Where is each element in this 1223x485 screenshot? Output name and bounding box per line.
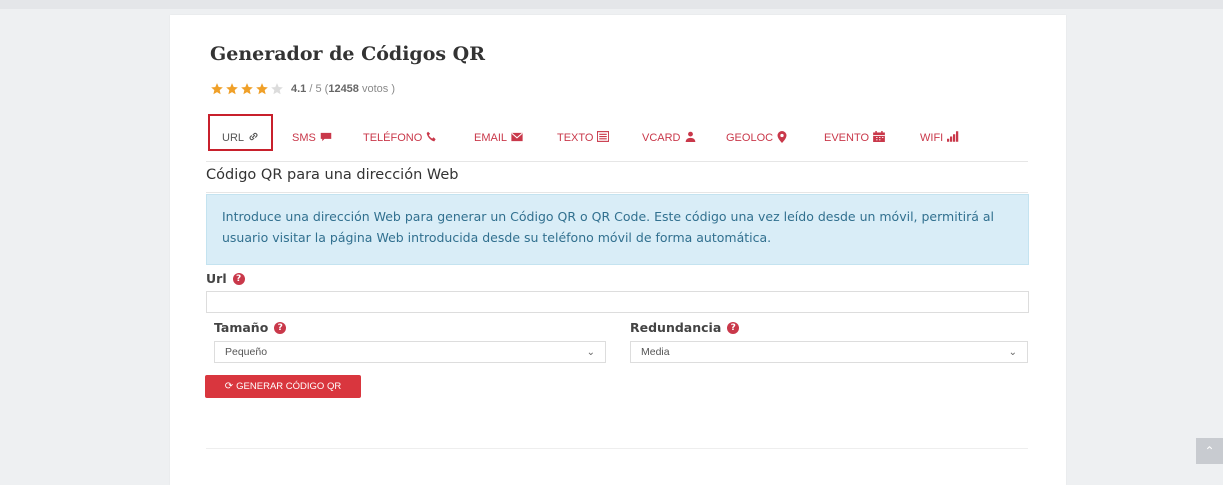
star-icon[interactable] — [255, 82, 269, 96]
chevron-down-icon: ⌄ — [586, 346, 595, 358]
question-icon[interactable]: ? — [232, 272, 245, 285]
qr-type-tabs: URL SMS TELÉFONO EMAIL TEXTO VCARD GEOLO… — [206, 114, 1028, 162]
info-alert: Introduce una dirección Web para generar… — [206, 194, 1029, 265]
star-icon[interactable] — [210, 82, 224, 96]
url-label-text: Url — [206, 271, 227, 286]
tab-telefono[interactable]: TELÉFONO — [363, 130, 437, 146]
generate-qr-button[interactable]: ⟳ GENERAR CÓDIGO QR — [205, 375, 361, 398]
size-select[interactable]: Pequeño ⌄ — [214, 341, 606, 363]
page-left-margin — [0, 9, 170, 472]
tab-label: URL — [222, 132, 245, 144]
tab-label: SMS — [292, 132, 316, 144]
tab-geoloc[interactable]: GEOLOC — [726, 130, 787, 146]
tab-label: EVENTO — [824, 132, 870, 144]
rating-votes-label: votos ) — [361, 83, 395, 95]
rating-max: / 5 — [309, 83, 322, 95]
tab-email[interactable]: EMAIL — [474, 130, 523, 146]
rating-score: 4.1 / 5 (12458 votos ) — [291, 83, 395, 95]
chat-icon — [320, 132, 332, 145]
generate-qr-label: GENERAR CÓDIGO QR — [236, 381, 342, 392]
refresh-icon: ⟳ — [224, 381, 234, 392]
tab-label: EMAIL — [474, 132, 508, 144]
url-input[interactable] — [206, 291, 1029, 313]
star-icon[interactable] — [225, 82, 239, 96]
section-title: Código QR para una dirección Web — [206, 158, 1028, 193]
chevron-up-icon: ⌃ — [1204, 444, 1215, 458]
list-icon — [597, 131, 610, 145]
star-icon[interactable] — [240, 82, 254, 96]
divider — [206, 448, 1028, 449]
phone-icon — [426, 131, 437, 145]
size-select-value: Pequeño — [225, 346, 268, 358]
calendar-icon — [873, 131, 885, 145]
tab-texto[interactable]: TEXTO — [557, 130, 610, 146]
qr-generator-card: Generador de Códigos QR 4.1 / 5 (12458 v… — [170, 15, 1066, 485]
tab-evento[interactable]: EVENTO — [824, 130, 885, 146]
tab-label: VCARD — [642, 132, 681, 144]
page-title: Generador de Códigos QR — [210, 43, 486, 65]
scroll-to-top-button[interactable]: ⌃ — [1196, 438, 1223, 464]
redundancy-select[interactable]: Media ⌄ — [630, 341, 1028, 363]
redundancy-select-value: Media — [641, 346, 670, 358]
size-label-text: Tamaño — [214, 320, 269, 335]
star-empty-icon[interactable] — [270, 82, 284, 96]
tab-sms[interactable]: SMS — [292, 130, 332, 146]
question-icon[interactable]: ? — [727, 321, 740, 334]
rating-votes: 12458 — [328, 83, 359, 95]
tab-label: GEOLOC — [726, 132, 774, 144]
chevron-down-icon: ⌄ — [1008, 346, 1017, 358]
link-icon — [248, 131, 259, 145]
signal-icon — [947, 131, 959, 145]
size-label: Tamaño ? — [214, 320, 287, 335]
user-icon — [685, 131, 696, 145]
tab-url[interactable]: URL — [222, 130, 259, 146]
tab-wifi[interactable]: WIFI — [920, 130, 959, 146]
envelope-icon — [511, 132, 523, 145]
map-marker-icon — [777, 130, 787, 146]
rating-bar: 4.1 / 5 (12458 votos ) — [210, 80, 395, 98]
redundancy-label: Redundancia ? — [630, 320, 740, 335]
url-label: Url ? — [206, 271, 245, 286]
tab-vcard[interactable]: VCARD — [642, 130, 696, 146]
tab-label: WIFI — [920, 132, 944, 144]
rating-value: 4.1 — [291, 83, 307, 95]
tab-label: TELÉFONO — [363, 132, 423, 144]
tab-label: TEXTO — [557, 132, 594, 144]
browser-top-strip — [0, 0, 1223, 9]
question-icon[interactable]: ? — [274, 321, 287, 334]
redundancy-label-text: Redundancia — [630, 320, 722, 335]
